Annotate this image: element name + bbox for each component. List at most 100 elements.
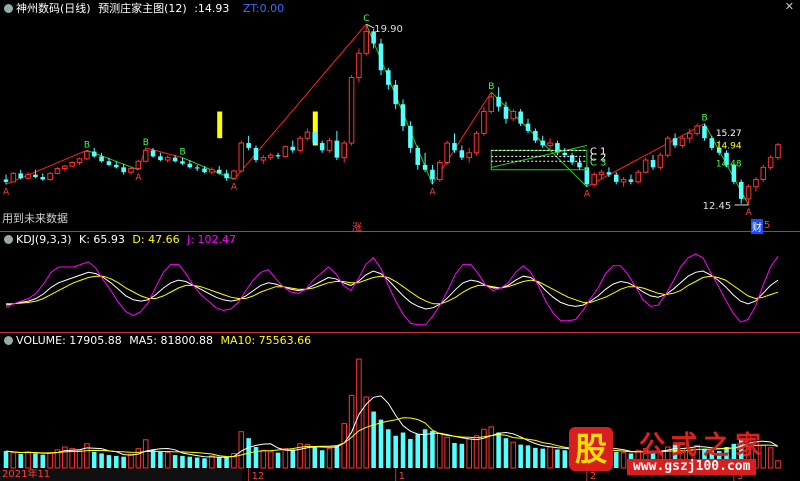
volume-bar [437,432,443,469]
right-level-label: 14.94 [716,141,742,151]
chart-canvas[interactable]: ABABBACABABA19.9012.45C 1C 2C 315.2714.9… [0,0,800,481]
volume-bar [10,452,17,469]
volume-bar [194,457,200,468]
volume-bar [209,455,215,469]
volume-bar [473,435,480,469]
volume-bar [334,445,340,468]
candle-body [25,174,31,179]
candle-body [142,149,149,162]
candle-body [518,111,523,124]
candle-body [466,152,472,159]
candle-body [121,167,126,173]
volume-bar [33,453,38,468]
volume-bar [216,457,222,468]
candle-body [216,169,222,174]
watermark-url: www.gszj100.com [627,459,757,475]
candle-body [473,132,480,154]
zigzag-label: A [135,173,142,183]
candle-body [231,170,237,179]
candle-body [452,143,457,151]
candle-body [150,150,156,157]
candle-body [422,164,428,170]
candle-body [334,140,340,158]
candle-body [114,164,119,168]
zigzag-label: A [584,190,591,200]
candle-body [194,167,200,169]
month-label: 12 [252,471,265,481]
candle-body [577,162,582,168]
candle-body [408,126,413,148]
candle-body [657,154,664,168]
volume-bar [25,451,31,469]
date-footer: 2021年11 [0,469,242,481]
candle-body [459,150,465,158]
candle-body [702,126,707,139]
candle-body [33,174,38,178]
volume-bar [128,453,134,469]
candle-body [91,151,97,157]
zigzag-label: B [701,114,707,124]
candle-body [224,173,229,179]
candle-body [164,157,171,161]
candle-body [341,142,347,159]
candle-body [444,142,450,163]
candle-body [84,151,90,160]
candle-body [562,152,568,156]
volume-bar [518,444,523,468]
zigzag-label: B [84,140,90,150]
volume-bar [400,432,406,468]
volume-bar [3,451,9,468]
volume-bar [99,453,104,468]
candle-body [253,147,259,161]
volume-bar [253,447,259,468]
candle-body [238,142,245,172]
candle-body [348,77,355,144]
candle-body [481,111,487,134]
candle-body [775,144,781,159]
volume-bar [40,454,46,468]
candle-body [620,178,627,183]
volume-bar [496,432,501,468]
volume-bar [326,448,333,469]
volume-bar [312,447,318,468]
candle-body [628,179,634,182]
candle-body [312,132,318,144]
volume-bar [47,452,53,469]
candle-body [613,174,619,182]
volume-bar [378,419,384,468]
candle-body [672,138,678,146]
volume-bar [415,434,421,468]
c-level-label: C 3 [590,157,607,168]
candle-body [664,137,671,156]
candle-body [745,186,752,200]
watermark-title: 公式之家 [639,431,768,461]
candle-body [555,143,560,153]
candle-body [76,158,83,163]
candle-body [510,111,517,120]
zigzag-label: C [363,14,369,24]
volume-bar [452,442,457,468]
candle-body [135,160,142,170]
candle-body [290,146,296,151]
volume-bar [481,428,487,469]
volume-bar [150,449,156,468]
small-num-marker: 5 [764,220,771,231]
candle-body [267,154,274,159]
volume-bar [488,426,495,469]
volume-bar [341,423,347,469]
candle-body [547,142,553,146]
signal-bar [217,111,223,139]
candle-body [635,171,642,183]
future-data-note: 用到未来数据 [2,212,68,225]
volume-bar [158,451,163,468]
volume-bar [135,448,142,469]
volume-bar [510,441,517,469]
zigzag-segment [365,23,433,185]
candle-body [326,140,333,151]
right-level-label: 15.27 [716,129,742,139]
volume-bar [121,456,126,468]
volume-bar [459,443,465,468]
candle-body [686,132,693,139]
volume-bar [180,455,185,468]
watermark: 股 公式之家 www.gszj100.com [555,425,785,477]
